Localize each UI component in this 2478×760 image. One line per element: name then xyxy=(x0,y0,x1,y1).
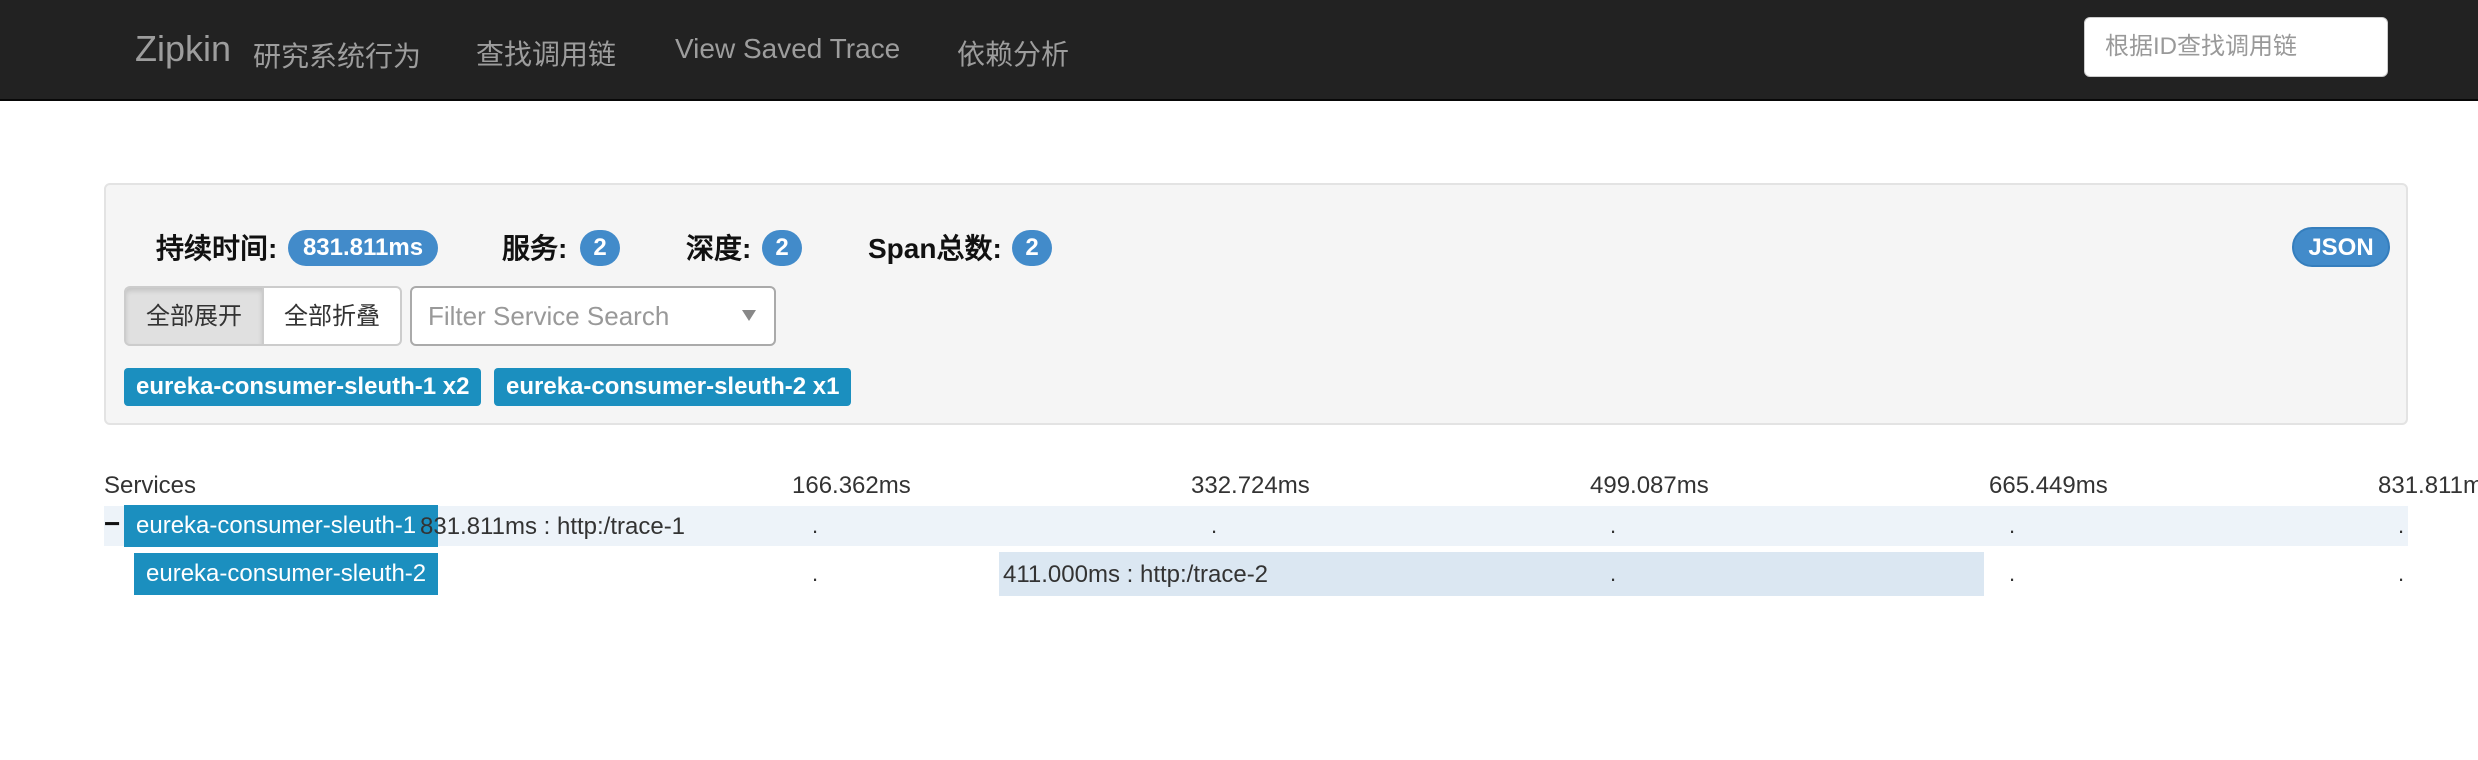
collapse-toggle-icon[interactable]: − xyxy=(104,509,120,539)
brand-subtitle: 研究系统行为 xyxy=(253,41,422,72)
span-duration-label: 831.811ms : http:/trace-1 xyxy=(420,513,686,540)
trace-id-search-input[interactable] xyxy=(2084,17,2388,77)
timeline-tick-4: 665.449ms xyxy=(1989,472,2108,499)
tick-dot: . xyxy=(2398,561,2405,586)
expand-collapse-group: 全部展开 全部折叠 xyxy=(124,286,402,346)
span-duration-label: 411.000ms : http:/trace-2 xyxy=(1003,561,1269,588)
timeline-services-header: Services xyxy=(104,472,197,499)
tick-dot: . xyxy=(812,561,819,586)
nav-find-trace[interactable]: 查找调用链 xyxy=(476,33,616,73)
timeline-tick-2: 332.724ms xyxy=(1191,472,1310,499)
depth-label: 深度: xyxy=(686,233,752,264)
timeline-tick-3: 499.087ms xyxy=(1590,472,1709,499)
tick-dot: . xyxy=(2009,561,2016,586)
duration-badge: 831.811ms xyxy=(288,230,438,266)
filter-service-placeholder: Filter Service Search xyxy=(428,301,670,331)
service-label-sleuth-1[interactable]: eureka-consumer-sleuth-1 x2 xyxy=(124,368,482,406)
tick-dot: . xyxy=(1211,513,1218,538)
tick-dot: . xyxy=(1610,561,1617,586)
span-count-label: Span总数: xyxy=(868,233,1002,264)
top-navbar: Zipkin 研究系统行为 查找调用链 View Saved Trace 依赖分… xyxy=(0,0,2478,101)
timeline-tick-5: 831.811ms xyxy=(2378,472,2478,499)
caret-down-icon xyxy=(742,310,756,321)
depth-badge: 2 xyxy=(762,230,802,266)
span-service-name[interactable]: eureka-consumer-sleuth-1 xyxy=(124,505,438,547)
services-badge: 2 xyxy=(580,230,620,266)
filter-service-select[interactable]: Filter Service Search xyxy=(410,286,776,346)
tick-dot: . xyxy=(2398,513,2405,538)
tick-dot: . xyxy=(2009,513,2016,538)
json-button[interactable]: JSON xyxy=(2292,227,2390,267)
collapse-all-button[interactable]: 全部折叠 xyxy=(264,286,402,346)
trace-summary-panel: 持续时间: 831.811ms 服务: 2 深度: 2 Span总数: 2 JS… xyxy=(104,183,2408,425)
duration-label: 持续时间: xyxy=(156,233,278,264)
tick-dot: . xyxy=(1610,513,1617,538)
timeline-tick-1: 166.362ms xyxy=(792,472,911,499)
nav-view-saved-trace[interactable]: View Saved Trace xyxy=(675,33,900,65)
tick-dot: . xyxy=(812,513,819,538)
service-label-sleuth-2[interactable]: eureka-consumer-sleuth-2 x1 xyxy=(494,368,852,406)
brand-logo[interactable]: Zipkin xyxy=(135,28,231,70)
services-label: 服务: xyxy=(502,233,568,264)
span-service-name[interactable]: eureka-consumer-sleuth-2 xyxy=(134,553,438,595)
nav-dependencies[interactable]: 依赖分析 xyxy=(957,33,1069,73)
expand-all-button[interactable]: 全部展开 xyxy=(124,286,264,346)
span-count-badge: 2 xyxy=(1012,230,1052,266)
